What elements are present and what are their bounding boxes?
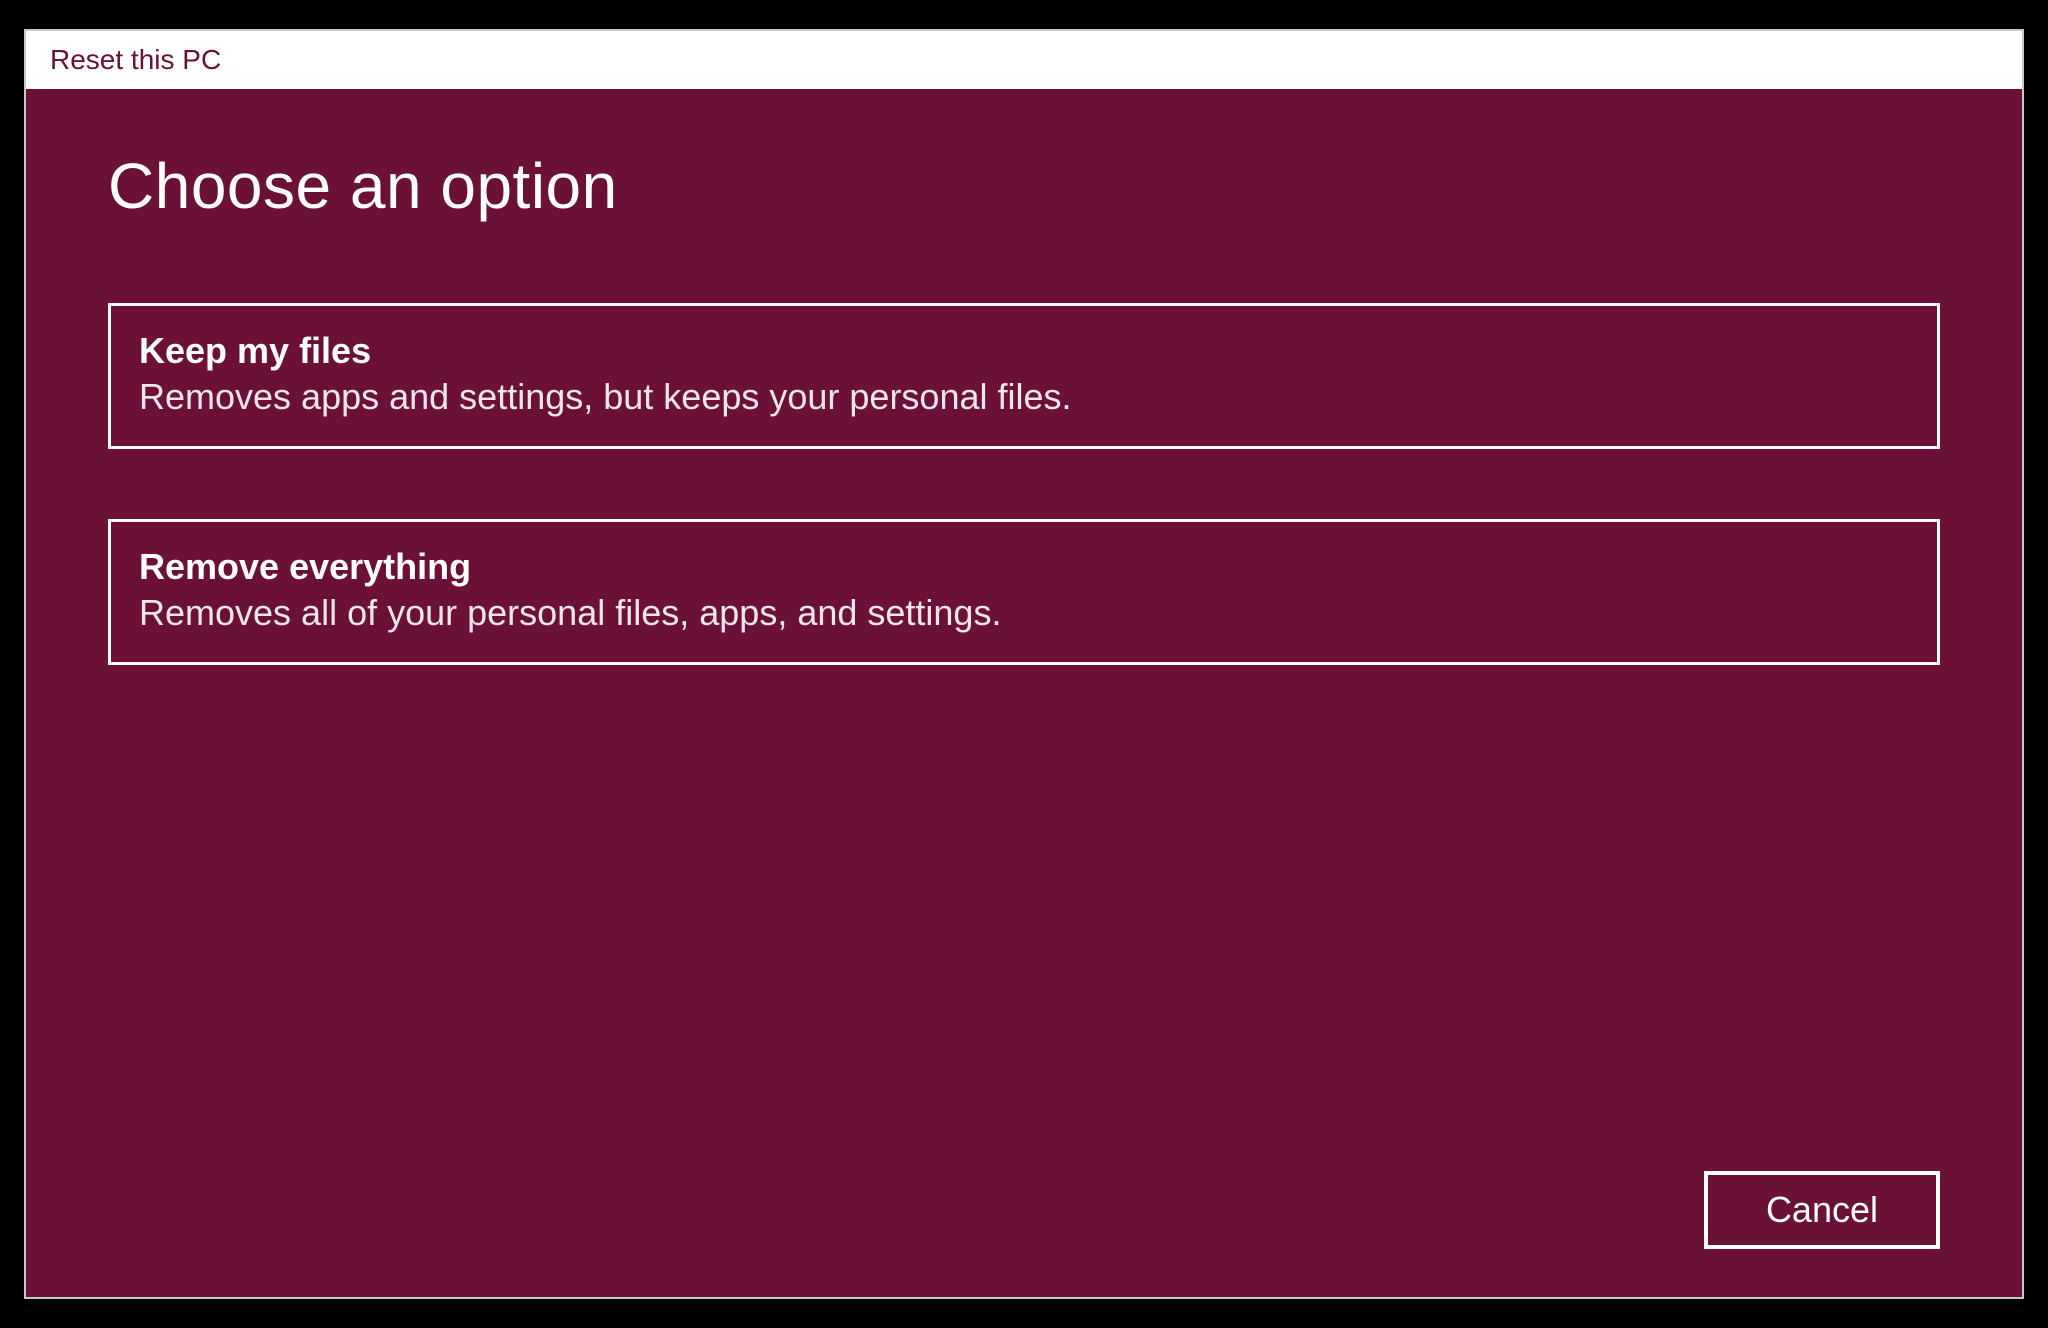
option-list: Keep my files Removes apps and settings,… [108,303,1940,665]
option-keep-my-files[interactable]: Keep my files Removes apps and settings,… [108,303,1940,449]
dialog-body: Choose an option Keep my files Removes a… [26,89,2022,1297]
option-title: Keep my files [139,330,1909,372]
cancel-button[interactable]: Cancel [1704,1171,1940,1249]
window-title: Reset this PC [50,44,221,76]
option-title: Remove everything [139,546,1909,588]
dialog-footer: Cancel [1704,1171,1940,1249]
option-description: Removes apps and settings, but keeps you… [139,376,1909,418]
option-description: Removes all of your personal files, apps… [139,592,1909,634]
reset-pc-dialog: Reset this PC Choose an option Keep my f… [24,29,2024,1299]
title-bar: Reset this PC [26,31,2022,89]
option-remove-everything[interactable]: Remove everything Removes all of your pe… [108,519,1940,665]
page-heading: Choose an option [108,149,1940,223]
